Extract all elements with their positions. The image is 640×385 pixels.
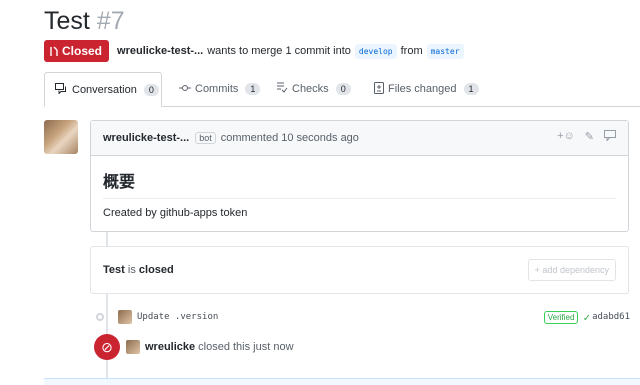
state-badge: Closed [44,40,110,62]
add-dependency-button[interactable]: + add dependency [527,259,616,281]
comment-meta[interactable]: commented 10 seconds ago [221,132,359,144]
add-reaction-icon[interactable]: +☺ [557,130,575,144]
comment-actions: +☺ ✎ [557,130,616,144]
tab-conversation-count: 0 [143,83,159,96]
verified-badge[interactable]: Verified [543,310,579,324]
tab-checks-label: Checks [292,83,329,95]
bot-label: bot [195,132,216,144]
base-branch[interactable]: develop [354,43,397,59]
check-icon: ✓ [583,310,591,324]
commit-avatar[interactable] [118,310,132,324]
comment-body: 概要 Created by github-apps token [91,156,628,231]
state-label: Closed [62,44,103,58]
pr-author-link[interactable]: wreulicke-test-... [117,45,203,57]
commit-sha-text: adabd61 [592,312,630,322]
closed-status-box: Test is closed + add dependency [90,246,629,294]
tab-files-changed-count: 1 [463,83,479,95]
pr-number: #7 [96,7,125,35]
tab-files-changed[interactable]: Files changed 1 [364,72,489,106]
tab-files-changed-label: Files changed [388,83,457,95]
closed-word: closed [138,264,174,276]
circle-slash-icon: ⊘ [94,334,120,360]
pr-meta: Closed wreulicke-test-... wants to merge… [44,40,468,62]
closed-title: Test [103,264,125,276]
close-event-row: ⊘ wreulicke closed this just now [94,334,294,360]
tab-checks-count: 0 [335,83,351,95]
pencil-icon[interactable]: ✎ [585,130,594,144]
event-text: closed this just now [198,341,294,353]
closed-is: is [127,264,136,276]
comment-heading: 概要 [103,168,616,199]
comment-author-link[interactable]: wreulicke-test-... [103,132,189,144]
tab-commits[interactable]: Commits 1 [169,72,270,106]
commit-dot-icon [96,313,104,321]
event-avatar[interactable] [126,340,140,354]
from-text: from [400,45,423,57]
pr-closed-icon [50,46,58,56]
head-branch[interactable]: master [426,43,464,59]
tab-commits-count: 1 [245,83,261,95]
tab-conversation-label: Conversation [72,83,137,96]
commit-message-link[interactable]: Update .version [137,312,218,322]
tab-conversation[interactable]: Conversation 0 [44,72,162,107]
comment-box: wreulicke-test-... bot commented 10 seco… [90,120,629,232]
git-commit-icon [179,83,191,95]
pr-title: Test #7 [44,6,125,36]
event-actor-link[interactable]: wreulicke [145,341,195,353]
merge-text: wants to merge 1 commit into [207,45,351,57]
comment-text: Created by github-apps token [103,207,248,219]
tab-commits-label: Commits [195,83,239,95]
commit-sha[interactable]: ✓ adabd61 [583,311,630,324]
checklist-icon [276,82,288,96]
comment-header: wreulicke-test-... bot commented 10 seco… [91,121,628,156]
closed-status-text: Test is closed [103,264,174,276]
pr-tabs: Conversation 0 Commits 1 Checks 0 Files … [44,72,640,107]
tab-checks[interactable]: Checks 0 [266,72,361,106]
avatar[interactable] [44,120,78,154]
comment-discussion-icon [55,82,68,97]
pr-title-text: Test [44,7,90,35]
reply-icon[interactable] [604,130,616,144]
commit-row: Update .version Verified ✓ adabd61 [96,308,630,326]
file-diff-icon [374,81,384,97]
